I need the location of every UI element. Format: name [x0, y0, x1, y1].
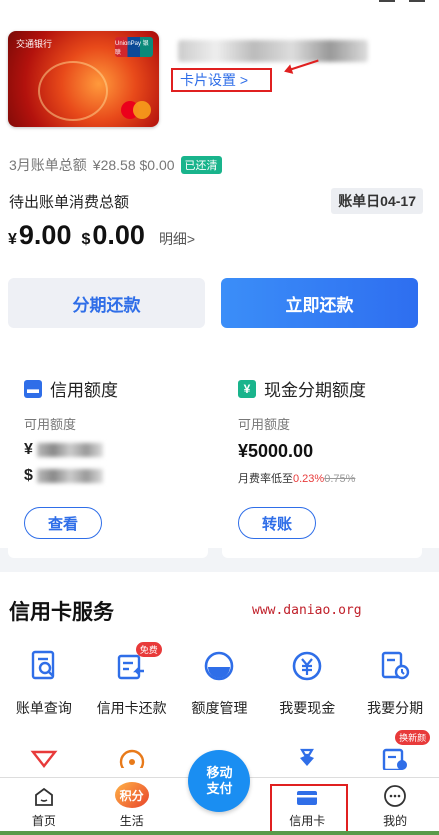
menu-icon[interactable]: [409, 0, 425, 2]
coin-icon: [114, 740, 150, 776]
credit-limit-title: ▬ 信用额度: [24, 376, 118, 401]
service-installment[interactable]: 我要分期: [351, 648, 439, 718]
bill-total-label: 3月账单总额: [9, 157, 87, 173]
rate-info: 月费率低至0.23%0.75%: [238, 473, 356, 485]
service-row2-2[interactable]: [88, 740, 176, 776]
bill-total-amount: ¥28.58 $0.00: [92, 157, 175, 173]
service-limit-manage[interactable]: 额度管理: [176, 648, 264, 718]
card-icon: ▬: [24, 379, 42, 398]
unionpay-logo: UnionPay 银联: [115, 37, 153, 57]
bill-search-icon: [26, 648, 62, 684]
installment-icon: [377, 648, 413, 684]
mobile-pay-button[interactable]: 移动 支付: [188, 750, 251, 812]
bottom-tab-bar: 首页 积分 生活 移动 支付 信用卡 我的: [0, 750, 439, 835]
free-tag: 免费: [135, 642, 162, 657]
transfer-button[interactable]: 转账: [238, 507, 316, 539]
renew-tag: 换新颜: [395, 730, 431, 745]
yuan-icon: ¥: [238, 379, 256, 398]
limit-manage-icon: [201, 648, 237, 684]
coupon-icon: [26, 740, 62, 776]
profile-icon: [384, 785, 406, 807]
card-settings-link[interactable]: 卡片设置 >: [171, 68, 272, 92]
services-title: 信用卡服务: [9, 601, 114, 624]
pending-amounts: ¥9.00 $0.00 明细>: [8, 220, 195, 251]
pay-now-button[interactable]: 立即还款: [221, 278, 418, 328]
rmb-limit-masked: ¥: [24, 441, 106, 458]
tab-mine[interactable]: 我的: [351, 778, 439, 835]
card-repay-icon: 免费: [114, 642, 162, 684]
available-limit-label: 可用额度: [24, 417, 77, 432]
cash-available-label: 可用额度: [238, 417, 291, 432]
gift-bag-icon: [289, 740, 325, 776]
overflow-icon[interactable]: [379, 0, 395, 2]
cash-icon: [289, 648, 325, 684]
usd-amount: $0.00: [81, 220, 145, 250]
cash-installment-title: ¥ 现金分期额度: [238, 376, 366, 401]
detail-link[interactable]: 明细>: [159, 229, 195, 249]
annotation-box-credit-tab: [270, 784, 348, 833]
points-badge-icon: 积分: [114, 782, 149, 808]
bottom-strip: [0, 831, 439, 835]
credit-card-image[interactable]: 交通银行 UnionPay 银联: [8, 31, 159, 127]
card-services-section: 信用卡服务 www.daniao.org 账单查询 免费 信用卡还款 额度管理: [0, 572, 439, 777]
bill-date-badge: 账单日04-17: [331, 188, 423, 214]
view-limit-button[interactable]: 查看: [24, 507, 102, 539]
installment-repay-button[interactable]: 分期还款: [8, 278, 205, 328]
services-grid: 账单查询 免费 信用卡还款 额度管理 我要现金 我要分期: [0, 642, 439, 718]
credit-limit-card[interactable]: ▬ 信用额度 可用额度 ¥ $ 查看: [8, 357, 208, 558]
service-card-repay[interactable]: 免费 信用卡还款: [88, 642, 176, 718]
tab-home[interactable]: 首页: [0, 778, 88, 835]
cash-amount: ¥5000.00: [238, 441, 314, 461]
mastercard-logo: [121, 101, 151, 119]
watermark: www.daniao.org: [252, 603, 362, 618]
home-icon: [34, 787, 53, 806]
card-number-masked: [178, 40, 368, 62]
bank-logo: 交通银行: [16, 39, 53, 49]
usd-limit-masked: $: [24, 467, 106, 484]
cash-installment-card[interactable]: ¥ 现金分期额度 可用额度 ¥5000.00 月费率低至0.23%0.75% 转…: [222, 357, 422, 558]
paid-status-badge: 已还清: [180, 156, 222, 174]
tab-life[interactable]: 积分 生活: [88, 778, 176, 835]
service-bill-query[interactable]: 账单查询: [0, 648, 88, 718]
header-actions: [379, 0, 425, 8]
service-row2-1[interactable]: [0, 740, 88, 776]
service-cash[interactable]: 我要现金: [263, 648, 351, 718]
service-row2-5[interactable]: 换新颜: [351, 730, 439, 776]
globe-graphic: [38, 61, 108, 121]
last-bill-summary: 3月账单总额 ¥28.58 $0.00 已还清: [9, 155, 222, 175]
pending-bill-label: 待出账单消费总额: [9, 194, 130, 211]
service-row2-4[interactable]: [263, 740, 351, 776]
card-renew-icon: 换新颜: [377, 730, 431, 776]
tab-mobile-pay[interactable]: 移动 支付: [176, 750, 264, 835]
rmb-amount: ¥9.00: [8, 220, 72, 250]
